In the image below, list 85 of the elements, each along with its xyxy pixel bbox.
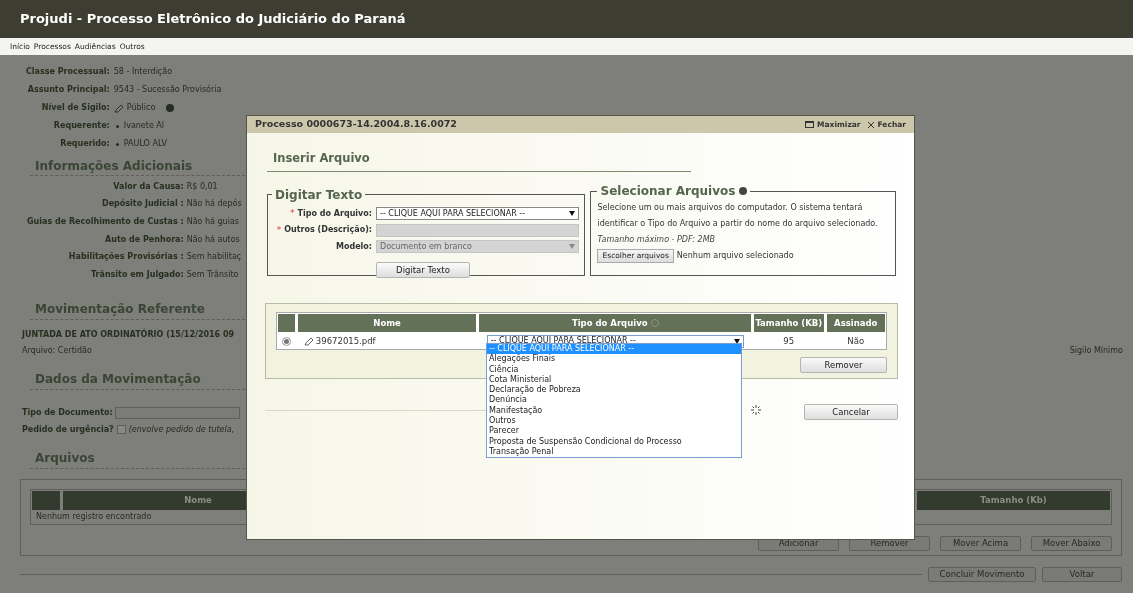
bullet-icon — [115, 142, 119, 146]
field-value: Não há depós — [186, 198, 242, 211]
field-label: Guias de Recolhimento de Custas : — [27, 216, 184, 228]
field-value: Público — [126, 102, 156, 114]
field-value: Não há autos — [186, 233, 241, 246]
field-label: Classe Processual: — [26, 66, 110, 78]
field-label: Tipo de Documento: — [22, 406, 113, 419]
dropdown-option[interactable]: Parecer — [487, 426, 741, 437]
caret-icon — [569, 211, 575, 217]
hint-text: (envolve pedido de tutela, — [128, 423, 235, 436]
column-header: Tamanho (KB) — [754, 314, 824, 332]
select-field[interactable]: -- CLIQUE AQUI PARA SELECIONAR -- — [376, 207, 579, 221]
dialog-heading: Inserir Arquivo — [273, 151, 370, 165]
field-label: Requerido: — [59, 138, 110, 150]
movement-title: JUNTADA DE ATO ORDINATÓRIO (15/12/2016 09 — [22, 328, 235, 341]
signed-status: Não — [846, 334, 866, 348]
column-header — [32, 490, 60, 510]
section-heading: Arquivos — [34, 450, 95, 467]
sigilo-text: Sigilo Mínimo — [1069, 344, 1123, 357]
dropdown-option[interactable]: Transação Penal — [487, 446, 741, 458]
panel-legend: Selecionar Arquivos — [600, 182, 736, 200]
action-button[interactable]: Cancelar — [804, 404, 898, 421]
close-icon — [866, 120, 875, 129]
dropdown-option[interactable]: Manifestação — [487, 405, 741, 417]
section-heading: Dados da Movimentação — [34, 371, 201, 388]
dropdown-option[interactable]: Alegações Finais — [487, 354, 741, 365]
section-heading: Movimentação Referente — [34, 301, 205, 318]
pencil-icon — [113, 103, 124, 113]
dropdown-option[interactable]: Outros — [487, 416, 741, 427]
bullet-icon — [115, 124, 119, 128]
action-button[interactable]: Digitar Texto — [376, 262, 470, 279]
checkbox[interactable] — [116, 425, 126, 435]
action-button[interactable]: Voltar — [1042, 566, 1122, 582]
app-title: Projudi - Processo Eletrônico do Judiciário do Paraná — [20, 10, 406, 29]
radio-button[interactable] — [281, 336, 291, 346]
caret-icon — [569, 244, 575, 249]
column-header: Nome — [297, 314, 477, 332]
action-button[interactable]: Remover — [800, 357, 887, 373]
field-value: Sem habilitaç — [186, 251, 242, 264]
field-label: Assunto Principal: — [26, 84, 110, 96]
column-header: Assinado — [826, 314, 885, 332]
required-mark: * — [290, 207, 295, 220]
loading-spinner-icon — [751, 405, 761, 415]
action-button[interactable]: Concluir Movimento — [928, 566, 1036, 582]
field-label: Outros (Descrição): — [284, 224, 372, 237]
dropdown-option[interactable]: Ciência — [487, 364, 741, 375]
dropdown-option[interactable]: Cota Ministerial — [487, 374, 741, 386]
field-label: Requerente: — [52, 120, 110, 132]
help-text: Selecione um ou mais arquivos do computador. O sistema tentará identificar o Tipo do Arquivo a partir do nome do arquivo selecionado. — [597, 202, 879, 230]
field-label: Auto de Penhora: — [104, 233, 184, 246]
field-value: Sem Trânsito — [186, 268, 240, 281]
action-button[interactable]: Mover Acima — [940, 535, 1021, 551]
window-icon — [805, 121, 815, 128]
field-label: Habilitações Provisórias : — [67, 251, 184, 264]
field-label: Depósito Judicial : — [101, 198, 184, 211]
dropdown-option[interactable]: Declaração de Pobreza — [487, 385, 741, 396]
field-value: Ivanete Al — [123, 120, 165, 132]
column-header: Tipo do Arquivo — [479, 314, 752, 332]
field-label: Nível de Sigilo: — [40, 102, 110, 114]
file-status-text: Nenhum arquivo selecionado — [676, 250, 794, 262]
file-name: 39672015.pdf — [315, 334, 376, 348]
file-info: Arquivo: Certidão — [22, 344, 92, 357]
modal-title: Processo 0000673-14.2004.8.16.0072 — [255, 117, 457, 132]
field-value: PAULO ALV — [123, 138, 167, 150]
field-value: 9543 - Sucessão Provisória — [113, 84, 222, 96]
section-heading: Informações Adicionais — [34, 157, 193, 174]
field-label: Tipo do Arquivo: — [297, 207, 372, 220]
column-header: Tamanho (Kb) — [917, 490, 1110, 510]
empty-message: Nenhum registro encontrado — [35, 510, 152, 523]
file-size: 95 — [782, 334, 796, 348]
panel-legend: Digitar Texto — [275, 188, 363, 202]
field-value: R$ 0,01 — [186, 180, 219, 193]
required-mark: * — [276, 223, 282, 237]
dropdown-option[interactable]: Denúncia — [487, 395, 741, 406]
field-label: Trânsito em Julgado: — [89, 268, 184, 281]
field-label: Modelo: — [335, 240, 372, 253]
field-label: Valor da Causa: — [112, 180, 184, 193]
column-header — [278, 314, 295, 332]
size-limit-text: Tamanho máximo - PDF: 2MB — [597, 234, 717, 246]
field-value: Não há guias — [186, 216, 240, 228]
input-field[interactable] — [114, 406, 240, 419]
field-label: Pedido de urgência? — [22, 423, 114, 436]
pencil-icon — [303, 336, 314, 346]
dropdown-option[interactable]: Proposta de Suspensão Condicional do Processo — [487, 436, 741, 447]
action-button[interactable]: Mover Abaixo — [1031, 535, 1112, 551]
